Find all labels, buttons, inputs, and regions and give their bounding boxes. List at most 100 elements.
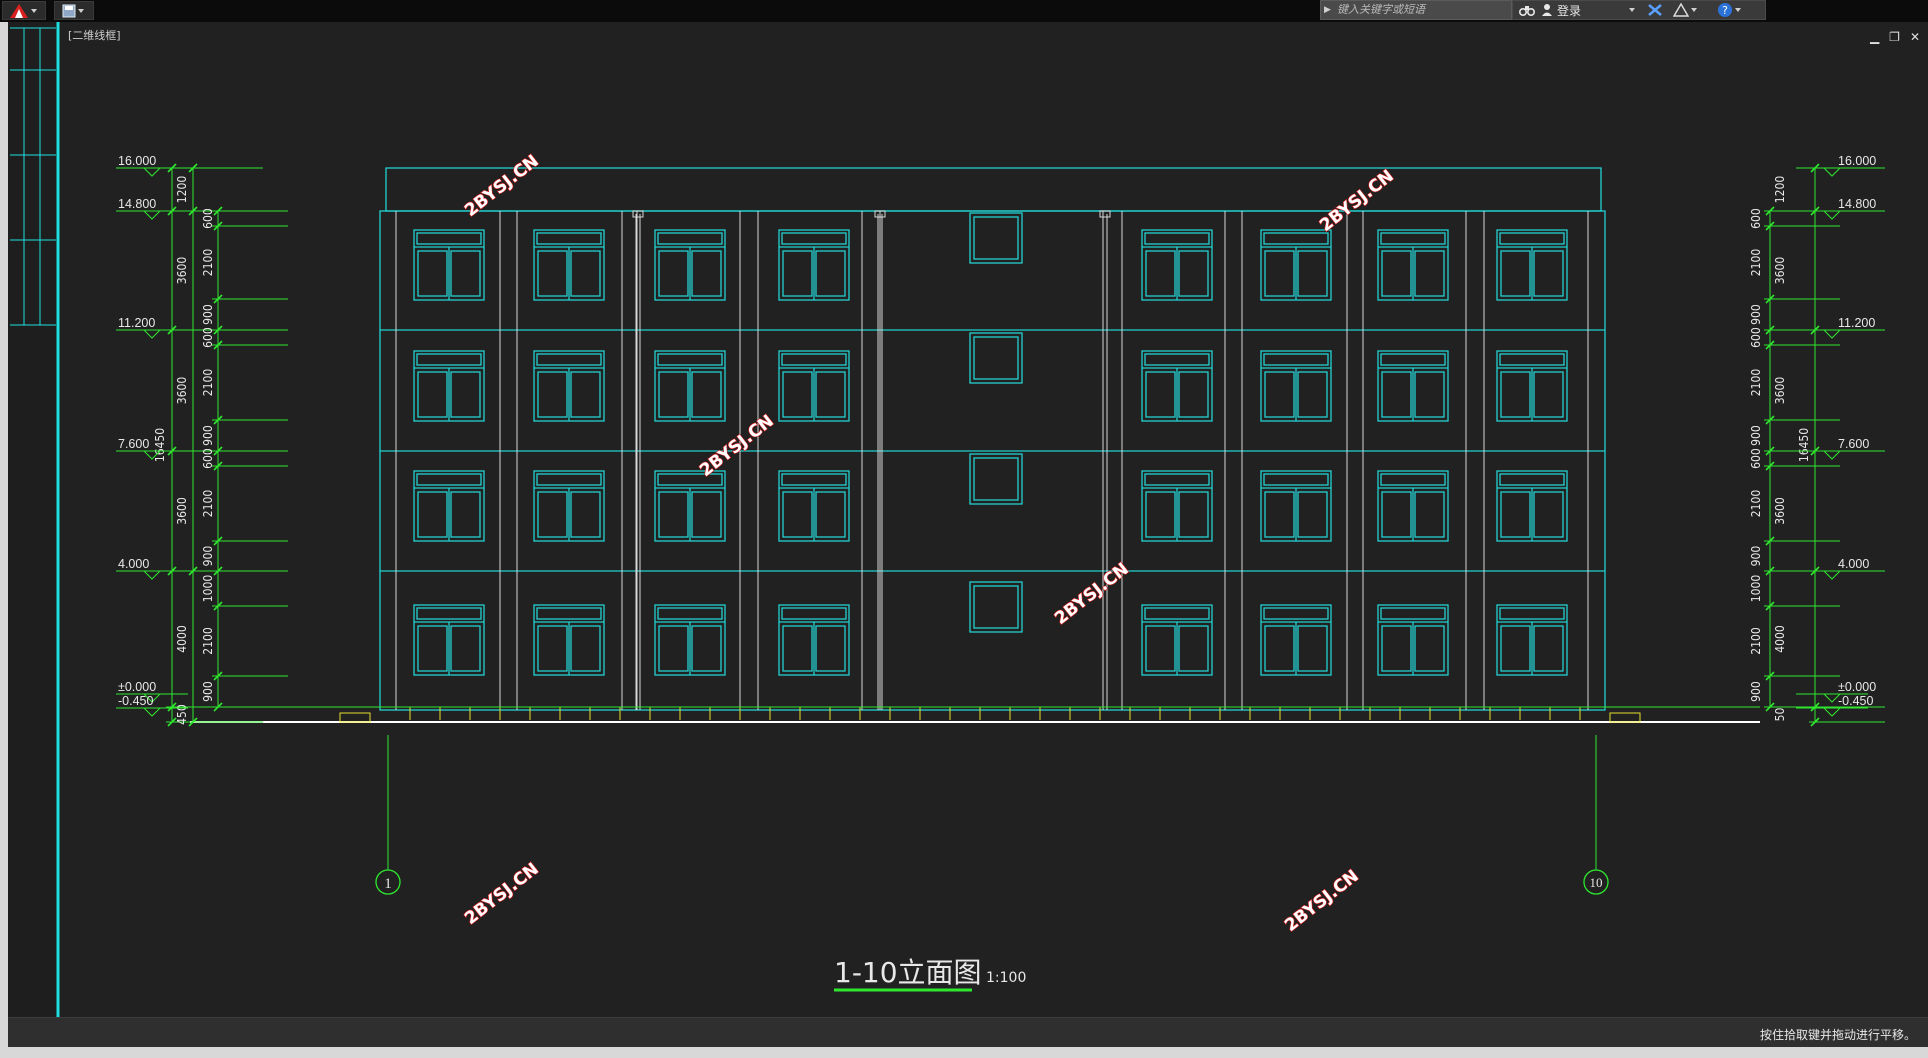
- level-label: -0.450: [118, 694, 153, 708]
- quick-access-save-button[interactable]: [54, 1, 94, 20]
- window: [413, 350, 485, 422]
- dimension-label: 900: [1749, 304, 1763, 325]
- left-palette[interactable]: [8, 22, 60, 1017]
- window: [1496, 604, 1568, 676]
- ground-line: [190, 706, 1760, 723]
- window: [1377, 229, 1449, 301]
- elevation-drawing[interactable]: 1200 3600 3600 3600 4000 450 600 2100 900 600 2100…: [0, 0, 1928, 1058]
- title-bar: ▶ 键入关键字或短语 登录 ?: [0, 0, 1928, 22]
- dimension-label: 1200: [175, 176, 189, 204]
- window: [1260, 350, 1332, 422]
- bottom-window-edge: [0, 1047, 1928, 1058]
- window: [1141, 229, 1213, 301]
- dimension-label: 2100: [1749, 369, 1763, 397]
- watermark-text: 2BYSJ.CN: [461, 859, 543, 929]
- window: [778, 229, 850, 301]
- axis-10-label: 10: [1590, 875, 1603, 890]
- window: [654, 350, 726, 422]
- total-dimension-label: 16450: [153, 428, 167, 462]
- viewport-view-label[interactable]: [二维线框]: [68, 27, 121, 43]
- search-input[interactable]: ▶ 键入关键字或短语: [1320, 0, 1512, 20]
- stair-window: [969, 453, 1023, 505]
- dimension-label: 3600: [1773, 497, 1787, 525]
- level-label: ±0.000: [118, 680, 156, 694]
- dimension-label: 900: [201, 304, 215, 325]
- help-icon[interactable]: ?: [1717, 2, 1733, 18]
- dimension-label: 900: [1749, 425, 1763, 446]
- chevron-down-icon: [31, 8, 37, 13]
- left-window-edge: [0, 22, 8, 1058]
- dimension-label: 2100: [201, 249, 215, 277]
- dimension-label: 3600: [175, 257, 189, 285]
- dimension-label: 2100: [1749, 627, 1763, 655]
- level-label: 16.000: [118, 154, 156, 168]
- close-icon[interactable]: ✕: [1910, 30, 1920, 44]
- drawing-scale: 1:100: [986, 970, 1026, 986]
- binoculars-icon[interactable]: [1519, 3, 1535, 17]
- dimension-label: 900: [201, 425, 215, 446]
- level-label: 4.000: [118, 557, 149, 571]
- dimension-label: 450: [175, 704, 189, 725]
- window: [654, 470, 726, 542]
- dimension-lines: [166, 163, 1885, 727]
- dimension-label: 3600: [175, 377, 189, 405]
- window: [778, 350, 850, 422]
- level-mark: 16.000: [1796, 154, 1876, 177]
- watermark-text: 2BYSJ.CN: [1051, 559, 1133, 629]
- login-button[interactable]: 登录: [1557, 2, 1627, 19]
- dimension-label: 2100: [1749, 249, 1763, 277]
- minimize-icon[interactable]: ▁: [1870, 30, 1879, 44]
- window: [778, 470, 850, 542]
- window: [1377, 350, 1449, 422]
- level-label: -0.450: [1838, 694, 1873, 708]
- watermark-text: 2BYSJ.CN: [1316, 166, 1398, 236]
- chevron-down-icon[interactable]: [1627, 5, 1637, 15]
- axis-1: 1: [375, 735, 401, 895]
- window: [1377, 604, 1449, 676]
- level-label: ±0.000: [1838, 680, 1876, 694]
- level-label: 11.200: [118, 316, 155, 330]
- watermark-text: 2BYSJ.CN: [1281, 866, 1363, 936]
- stair-window: [969, 212, 1023, 264]
- dimension-label: 600: [201, 327, 215, 348]
- chevron-down-icon: [78, 8, 84, 13]
- window: [1260, 604, 1332, 676]
- window: [1496, 470, 1568, 542]
- dimension-label: 2100: [201, 627, 215, 655]
- dimension-texts: 1200 3600 3600 3600 4000 450 600 2100 900 600 2100…: [153, 176, 1811, 725]
- dimension-label: 900: [1749, 546, 1763, 567]
- window-group: [413, 229, 1568, 676]
- window: [533, 350, 605, 422]
- dimension-label: 3600: [1773, 257, 1787, 285]
- chevron-down-icon[interactable]: [1733, 5, 1743, 15]
- window: [533, 229, 605, 301]
- window: [1496, 350, 1568, 422]
- level-mark: 16.000: [116, 154, 188, 177]
- chevron-down-icon[interactable]: [1689, 5, 1699, 15]
- window: [533, 470, 605, 542]
- search-expand-icon[interactable]: ▶: [1324, 1, 1331, 19]
- level-mark: 11.200: [116, 316, 188, 339]
- level-label: 16.000: [1838, 154, 1876, 168]
- window: [1377, 470, 1449, 542]
- level-label: 11.200: [1838, 316, 1875, 330]
- window: [1141, 350, 1213, 422]
- drawing-title-block: 1-10立面图 1:100: [834, 956, 1026, 992]
- a360-icon[interactable]: [1673, 3, 1689, 17]
- save-icon: [62, 4, 76, 17]
- level-mark: -0.450: [1796, 694, 1873, 717]
- stair-window: [969, 332, 1023, 384]
- restore-icon[interactable]: ❐: [1889, 30, 1900, 44]
- exchange-icon[interactable]: [1647, 3, 1663, 17]
- window: [413, 470, 485, 542]
- axis-1-label: 1: [384, 876, 392, 892]
- level-label: 14.800: [1838, 197, 1876, 211]
- dimension-label: 600: [1749, 208, 1763, 229]
- dimension-label: 2100: [201, 369, 215, 397]
- level-mark: 4.000: [116, 557, 188, 580]
- axis-10: 10: [1583, 735, 1609, 895]
- dimension-label: 900: [1749, 681, 1763, 702]
- building-elevation: [379, 167, 1606, 711]
- app-menu-button[interactable]: [2, 1, 46, 20]
- dimension-label: 2100: [201, 490, 215, 518]
